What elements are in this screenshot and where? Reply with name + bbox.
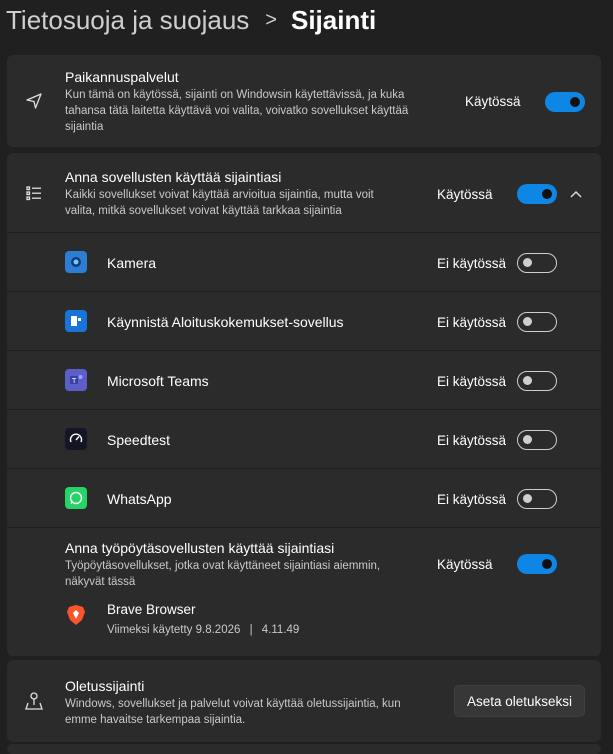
- whatsapp-toggle[interactable]: [517, 489, 557, 509]
- brave-last-used: Viimeksi käytetty 9.8.2026 | 4.11.49: [107, 622, 299, 638]
- list-icon: [23, 182, 45, 204]
- toggle-knob: [523, 376, 532, 385]
- get-started-toggle[interactable]: [517, 312, 557, 332]
- app-row-whatsapp: WhatsApp Ei käytössä: [7, 469, 601, 527]
- location-services-description: Kun tämä on käytössä, sijainti on Window…: [65, 89, 409, 133]
- breadcrumb-chevron-icon: >: [265, 8, 277, 31]
- desktop-apps-description: Työpöytäsovellukset, jotka ovat käyttäne…: [65, 560, 381, 588]
- app-name: Käynnistä Aloituskokemukset-sovellus: [107, 314, 344, 330]
- set-default-button[interactable]: Aseta oletukseksi: [454, 685, 585, 717]
- speedtest-toggle[interactable]: [517, 430, 557, 450]
- app-location-access-card: Anna sovellusten käyttää sijaintiasi Kai…: [7, 153, 601, 656]
- location-services-title: Paikannuspalvelut: [65, 69, 179, 85]
- toggle-knob: [523, 258, 532, 267]
- camera-icon: [65, 251, 87, 273]
- toggle-knob: [523, 435, 532, 444]
- app-row-get-started: Käynnistä Aloituskokemukset-sovellus Ei …: [7, 292, 601, 350]
- desktop-apps-section: Anna työpöytäsovellusten käyttää sijaint…: [7, 528, 601, 656]
- app-access-header-row[interactable]: Anna sovellusten käyttää sijaintiasi Kai…: [7, 153, 601, 232]
- app-state: Ei käytössä: [437, 256, 507, 271]
- speedtest-icon: [65, 428, 87, 450]
- toggle-knob: [523, 317, 532, 326]
- location-arrow-icon: [23, 90, 45, 112]
- app-state: Ei käytössä: [437, 374, 507, 389]
- default-location-title: Oletussijainti: [65, 678, 145, 694]
- app-state: Ei käytössä: [437, 315, 507, 330]
- app-row-speedtest: Speedtest Ei käytössä: [7, 410, 601, 468]
- app-access-toggle[interactable]: [517, 184, 557, 204]
- whatsapp-icon: [65, 487, 87, 509]
- desktop-apps-toggle[interactable]: [517, 554, 557, 574]
- kamera-toggle[interactable]: [517, 253, 557, 273]
- desktop-apps-state: Käytössä: [437, 557, 493, 572]
- app-name: WhatsApp: [107, 491, 172, 507]
- last-used-text: Viimeksi käytetty 9.8.2026: [107, 624, 241, 636]
- svg-text:T: T: [71, 377, 77, 385]
- teams-icon: T: [65, 369, 87, 391]
- location-services-card: Paikannuspalvelut Kun tämä on käytössä, …: [7, 55, 601, 147]
- app-state: Ei käytössä: [437, 492, 507, 507]
- app-access-title: Anna sovellusten käyttää sijaintiasi: [65, 169, 282, 185]
- app-name: Kamera: [107, 255, 157, 271]
- app-row-teams: T Microsoft Teams Ei käytössä: [7, 351, 601, 409]
- toggle-knob: [542, 189, 552, 199]
- default-location-card: Oletussijainti Windows, sovellukset ja p…: [7, 660, 601, 742]
- teams-toggle[interactable]: [517, 371, 557, 391]
- desktop-apps-title: Anna työpöytäsovellusten käyttää sijaint…: [65, 540, 335, 556]
- app-name: Microsoft Teams: [107, 373, 209, 389]
- location-services-toggle[interactable]: [545, 92, 585, 112]
- app-access-description: Kaikki sovellukset voivat käyttää arvioi…: [65, 189, 374, 217]
- app-row-kamera: Kamera Ei käytössä: [7, 233, 601, 291]
- toggle-knob: [570, 97, 580, 107]
- location-services-state: Käytössä: [465, 94, 521, 109]
- next-card-partial: [7, 744, 601, 754]
- app-name: Speedtest: [107, 432, 171, 448]
- map-pin-icon: [23, 690, 45, 712]
- last-used-time: 4.11.49: [261, 624, 300, 636]
- page-title: Sijainti: [290, 4, 377, 35]
- brave-icon: [65, 604, 87, 626]
- toggle-knob: [523, 494, 532, 503]
- toggle-knob: [542, 559, 552, 569]
- default-location-description: Windows, sovellukset ja palvelut voivat …: [65, 698, 401, 726]
- app-access-state: Käytössä: [437, 187, 493, 202]
- app-state: Ei käytössä: [437, 433, 507, 448]
- brave-app-name: Brave Browser: [107, 602, 196, 617]
- breadcrumb: Tietosuoja ja suojaus > Sijainti: [6, 2, 376, 38]
- chevron-up-icon[interactable]: [569, 189, 583, 199]
- last-used-separator: |: [249, 624, 253, 636]
- breadcrumb-parent-link[interactable]: Tietosuoja ja suojaus: [6, 5, 249, 36]
- get-started-icon: [65, 310, 87, 332]
